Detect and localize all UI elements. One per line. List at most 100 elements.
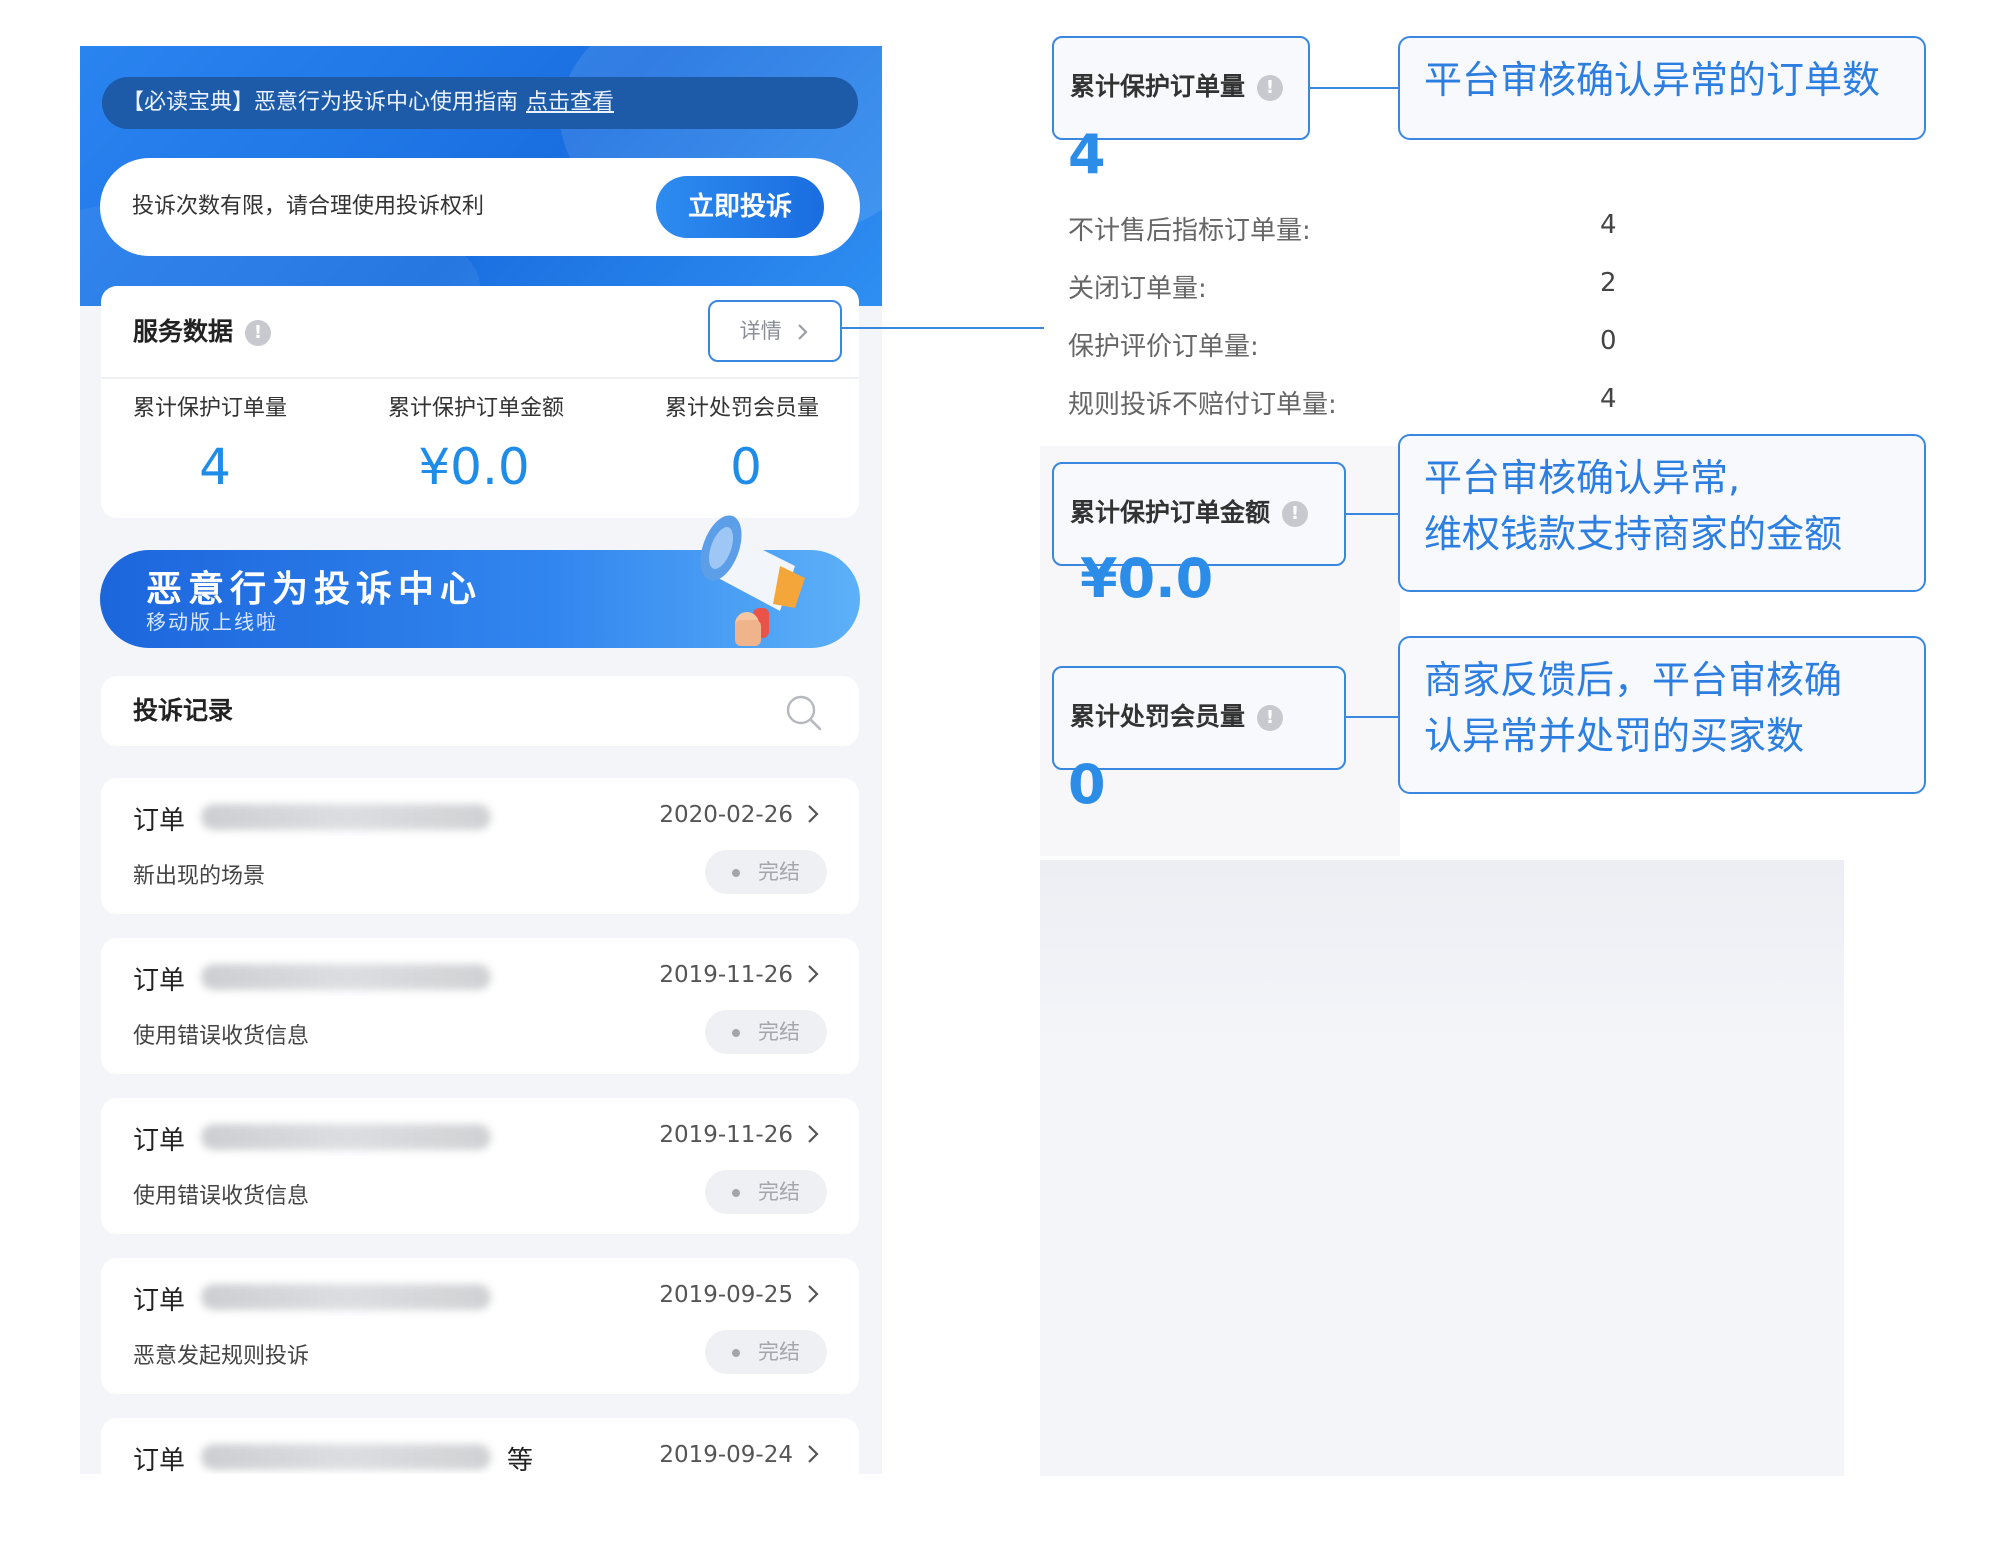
chevron-right-icon (798, 324, 808, 340)
order-label: 订单 (133, 1286, 186, 1316)
order-card[interactable]: 订单 2019-11-26 使用错误收货信息 完结 (101, 1098, 859, 1234)
status-dot (732, 1349, 740, 1357)
protect-amount-value: ¥0.0 (1080, 547, 1214, 610)
status-badge: 完结 (705, 1170, 827, 1214)
desc-line: 平台审核确认异常, (1424, 456, 1741, 500)
stat-label-protect-amount: 累计保护订单金额 (388, 396, 565, 421)
divider (101, 377, 859, 379)
callout-label: 累计保护订单量! (1070, 72, 1284, 101)
stat-label-penalty: 累计处罚会员量 (665, 396, 820, 421)
info-icon: ! (1257, 75, 1284, 101)
metric-label: 保护评价订单量: (1068, 332, 1259, 362)
order-extra: 等 (507, 1446, 534, 1474)
search-icon[interactable] (784, 693, 824, 733)
chevron-right-icon (808, 805, 819, 823)
desc-line: 认异常并处罚的买家数 (1424, 714, 1805, 758)
callout-label-text: 累计处罚会员量 (1070, 702, 1246, 731)
stat-value-protect-amount: ¥0.0 (418, 438, 530, 496)
status-label: 完结 (758, 1340, 800, 1364)
order-date: 2020-02-26 (659, 802, 793, 828)
order-number-blurred (201, 964, 491, 990)
order-date: 2019-11-26 (659, 1122, 793, 1148)
order-number-blurred (201, 1444, 491, 1470)
order-number-blurred (201, 1124, 491, 1150)
chevron-right-icon (808, 1125, 819, 1143)
metric-value: 4 (1600, 384, 1617, 414)
desc-protect-count: 平台审核确认异常的订单数 (1398, 36, 1926, 140)
desc-line: 商家反馈后，平台审核确 (1424, 658, 1843, 702)
callout-label-text: 累计保护订单量 (1070, 72, 1246, 101)
desc-protect-amount: 平台审核确认异常, 维权钱款支持商家的金额 (1398, 434, 1926, 592)
order-reason: 新出现的场景 (133, 864, 266, 889)
detail-label: 详情 (739, 319, 782, 343)
metric-label: 关闭订单量: (1068, 274, 1207, 304)
connector-line (1346, 716, 1398, 718)
service-data-title-text: 服务数据 (133, 317, 234, 346)
desc-line: 维权钱款支持商家的金额 (1424, 512, 1843, 556)
complaint-record-header: 投诉记录 (101, 676, 859, 746)
status-dot (732, 1189, 740, 1197)
status-label: 完结 (758, 1180, 800, 1204)
order-reason: 恶意发起规则投诉 (133, 1344, 310, 1369)
stat-value-penalty: 0 (730, 438, 762, 496)
chevron-right-icon (808, 1285, 819, 1303)
info-icon[interactable]: ! (245, 320, 272, 346)
connector-line (1310, 87, 1398, 89)
hero-header: 【必读宝典】恶意行为投诉中心使用指南 点击查看 投诉次数有限，请合理使用投诉权利 … (80, 46, 882, 376)
info-icon: ! (1282, 501, 1309, 527)
metric-value: 2 (1600, 268, 1617, 298)
callout-label: 累计处罚会员量! (1070, 702, 1284, 731)
megaphone-icon (700, 515, 805, 646)
panel-background (1040, 860, 1844, 1476)
callout-label: 累计保护订单金额! (1070, 498, 1309, 527)
order-card[interactable]: 订单 2020-02-26 新出现的场景 完结 (101, 778, 859, 914)
order-reason: 使用错误收货信息 (133, 1024, 310, 1049)
info-icon: ! (1257, 705, 1284, 731)
order-card[interactable]: 订单 等 2019-09-24 (101, 1418, 859, 1474)
order-label: 订单 (133, 1446, 186, 1474)
order-number-blurred (201, 804, 491, 830)
chevron-right-icon (808, 965, 819, 983)
status-dot (732, 1029, 740, 1037)
protect-count-value: 4 (1068, 123, 1106, 186)
desc-text: 平台审核确认异常的订单数 (1424, 58, 1881, 102)
service-data-title: 服务数据! (133, 312, 272, 348)
callout-label-text: 累计保护订单金额 (1070, 498, 1271, 527)
complaint-cta-card: 投诉次数有限，请合理使用投诉权利 立即投诉 (100, 158, 860, 256)
order-card[interactable]: 订单 2019-09-25 恶意发起规则投诉 完结 (101, 1258, 859, 1394)
banner-title: 恶意行为投诉中心 (146, 569, 483, 610)
status-badge: 完结 (705, 850, 827, 894)
order-reason: 使用错误收货信息 (133, 1184, 310, 1209)
stat-value-protect-count: 4 (199, 438, 231, 496)
penalty-value: 0 (1068, 753, 1106, 816)
order-label: 订单 (133, 806, 186, 836)
status-label: 完结 (758, 1020, 800, 1044)
chevron-right-icon (808, 1445, 819, 1463)
complaint-hint: 投诉次数有限，请合理使用投诉权利 (132, 194, 485, 219)
complaint-record-title: 投诉记录 (133, 696, 234, 725)
connector-line (1346, 513, 1398, 515)
notice-bar[interactable]: 【必读宝典】恶意行为投诉中心使用指南 点击查看 (102, 77, 858, 129)
order-label: 订单 (133, 1126, 186, 1156)
stat-label-protect-count: 累计保护订单量 (133, 396, 288, 421)
status-dot (732, 869, 740, 877)
service-data-card: 服务数据! 详情 累计保护订单量 累计保护订单金额 累计处罚会员量 4 ¥0.0… (101, 286, 859, 518)
status-badge: 完结 (705, 1010, 827, 1054)
order-date: 2019-11-26 (659, 962, 793, 988)
order-number-blurred (201, 1284, 491, 1310)
order-date: 2019-09-25 (659, 1282, 793, 1308)
notice-link[interactable]: 点击查看 (526, 90, 614, 115)
banner-subtitle: 移动版上线啦 (146, 610, 278, 634)
notice-text: 【必读宝典】恶意行为投诉中心使用指南 (122, 90, 519, 115)
status-badge: 完结 (705, 1330, 827, 1374)
complain-now-button[interactable]: 立即投诉 (656, 176, 824, 238)
order-date: 2019-09-24 (659, 1442, 793, 1468)
order-card[interactable]: 订单 2019-11-26 使用错误收货信息 完结 (101, 938, 859, 1074)
metric-value: 0 (1600, 326, 1617, 356)
metric-label: 不计售后指标订单量: (1068, 216, 1311, 246)
desc-penalty: 商家反馈后，平台审核确 认异常并处罚的买家数 (1398, 636, 1926, 794)
phone-screen: 【必读宝典】恶意行为投诉中心使用指南 点击查看 投诉次数有限，请合理使用投诉权利 … (80, 46, 882, 1474)
detail-button[interactable]: 详情 (708, 300, 842, 362)
order-label: 订单 (133, 966, 186, 996)
metric-label: 规则投诉不赔付订单量: (1068, 390, 1337, 420)
